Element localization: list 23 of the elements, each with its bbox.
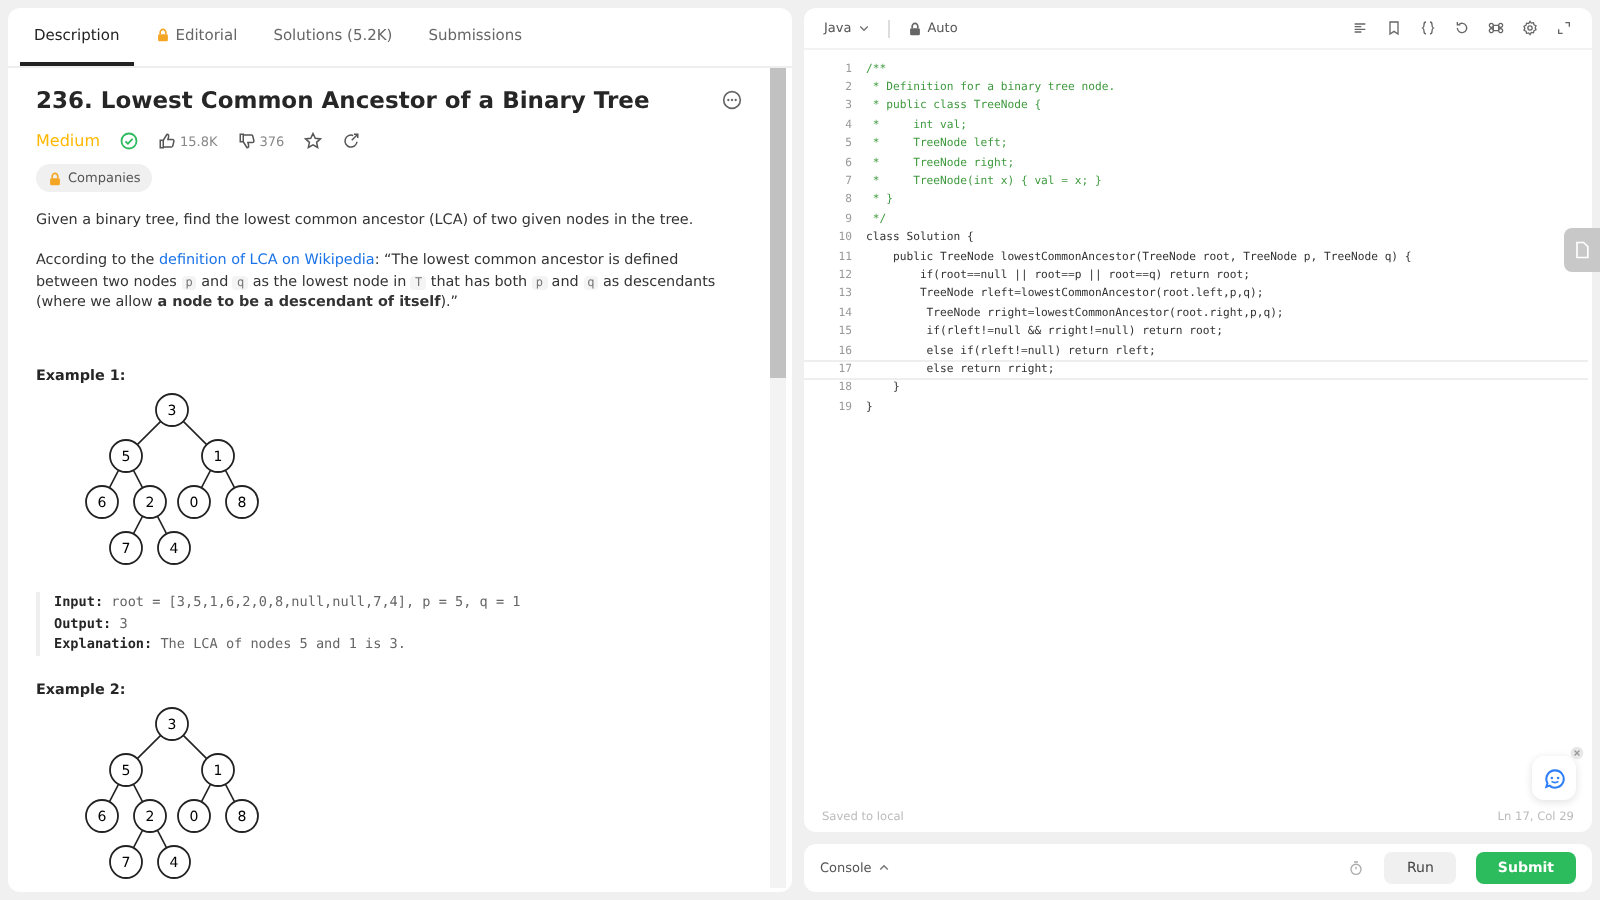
share-icon[interactable] bbox=[342, 132, 361, 150]
document-icon bbox=[1572, 240, 1592, 260]
fullscreen-icon[interactable] bbox=[1556, 20, 1572, 36]
problem-title: 236. Lowest Common Ancestor of a Binary Tree bbox=[36, 86, 650, 114]
thumbs-down-icon bbox=[237, 132, 256, 150]
braces-icon[interactable] bbox=[1420, 20, 1436, 36]
close-icon[interactable] bbox=[1570, 746, 1584, 760]
lock-icon bbox=[48, 171, 62, 185]
thumbs-up-icon bbox=[158, 132, 176, 150]
feedback-button[interactable] bbox=[1532, 756, 1576, 800]
bookmark-icon[interactable] bbox=[1386, 20, 1402, 36]
star-icon[interactable] bbox=[304, 132, 323, 150]
command-icon[interactable] bbox=[1488, 20, 1504, 36]
difficulty-label: Medium bbox=[36, 132, 100, 150]
scrollbar-thumb[interactable] bbox=[770, 68, 786, 378]
caret-icon bbox=[877, 862, 890, 874]
reset-icon[interactable] bbox=[1454, 20, 1470, 36]
caret-icon bbox=[857, 22, 870, 34]
settings-icon[interactable] bbox=[1522, 20, 1538, 36]
format-icon[interactable] bbox=[1352, 20, 1368, 36]
lock-icon bbox=[907, 21, 922, 35]
chat-icon bbox=[1543, 767, 1565, 789]
more-icon[interactable] bbox=[722, 90, 742, 110]
